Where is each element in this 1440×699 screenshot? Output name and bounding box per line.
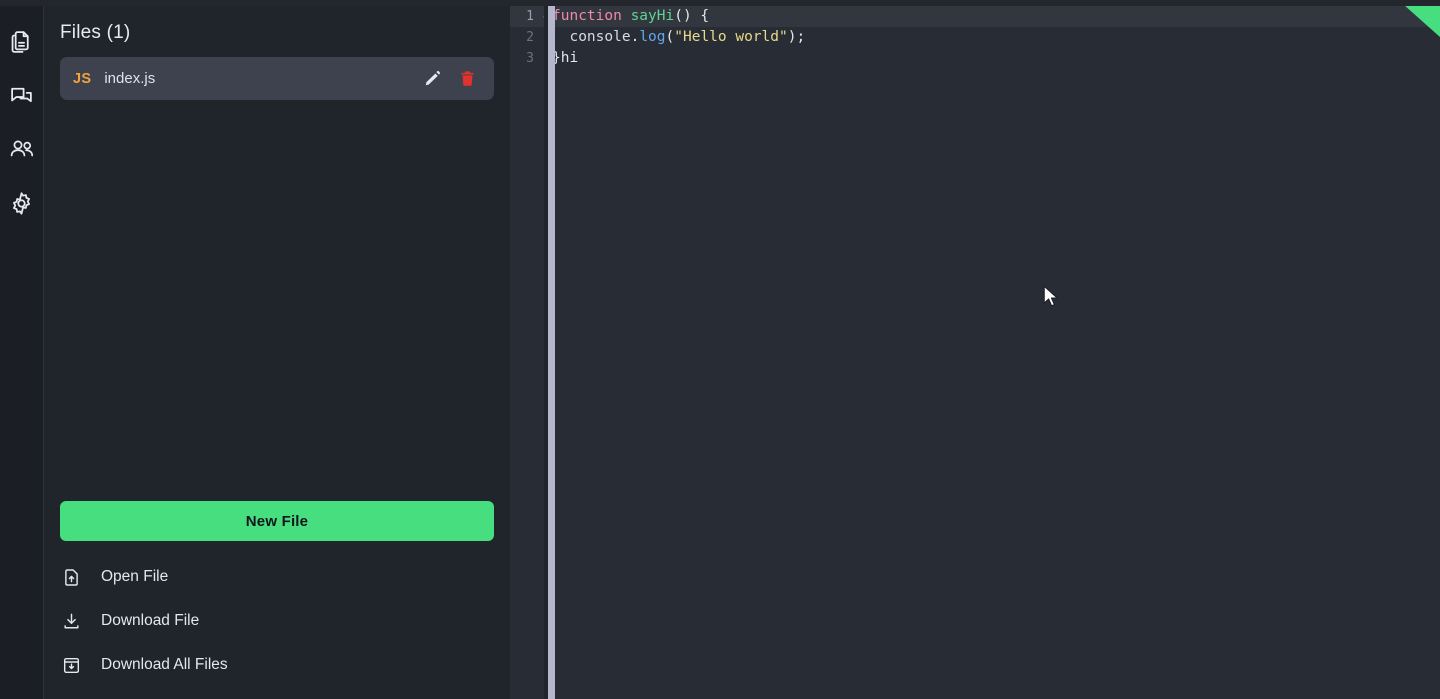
file-type-badge: JS (73, 70, 92, 87)
download-file-label: Download File (101, 612, 200, 629)
code-line-text: console.log("Hello world"); (552, 27, 805, 48)
settings-gear-icon (9, 191, 34, 216)
edit-file-icon[interactable] (419, 66, 445, 92)
app-root: Files (1) JS index.js New File Open File… (0, 0, 1440, 699)
sidebar-item-users[interactable] (0, 122, 44, 176)
code-token: function (552, 8, 622, 24)
files-panel: Files (1) JS index.js New File Open File… (44, 0, 555, 699)
code-line-text: }hi (552, 48, 578, 69)
users-icon (9, 136, 35, 162)
files-panel-title: Files (1) (60, 22, 131, 43)
code-token: ); (787, 29, 806, 45)
files-panel-actions: New File Open File Download File Downloa… (44, 501, 510, 687)
top-strip (0, 0, 1440, 6)
code-line-text: function sayHi() { (552, 6, 709, 27)
line-number: 3 (526, 51, 534, 66)
sidebar-item-settings[interactable] (0, 176, 44, 230)
chat-icon (9, 83, 34, 108)
open-file-icon (62, 566, 88, 588)
sidebar-item-chat[interactable] (0, 68, 44, 122)
files-icon (9, 29, 34, 54)
code-area[interactable]: 1 ⌄ function sayHi() { 2 console.log("He… (510, 6, 1440, 699)
sidebar-icon-rail (0, 0, 44, 699)
open-file-action[interactable]: Open File (60, 555, 494, 599)
code-token: sayHi (630, 8, 675, 24)
download-file-icon (62, 610, 88, 632)
file-name-label: index.js (104, 70, 156, 87)
code-token: ( (665, 29, 675, 45)
delete-file-icon[interactable] (454, 66, 480, 92)
panel-resize-scrollbar[interactable] (548, 0, 555, 699)
download-all-files-action[interactable]: Download All Files (60, 643, 494, 687)
code-line[interactable]: 1 ⌄ function sayHi() { (510, 6, 1440, 27)
download-all-files-label: Download All Files (101, 656, 228, 673)
code-token: () { (674, 8, 710, 24)
code-token: log (639, 29, 666, 45)
download-all-files-icon (62, 654, 88, 676)
download-file-action[interactable]: Download File (60, 599, 494, 643)
code-token: }hi (552, 50, 579, 66)
code-token: console (552, 29, 631, 45)
panel-spacer (44, 100, 510, 501)
file-list: JS index.js (44, 44, 510, 100)
code-line[interactable]: 3 }hi (510, 48, 1440, 69)
line-number: 2 (526, 30, 534, 45)
open-file-label: Open File (101, 568, 169, 585)
new-file-button[interactable]: New File (60, 501, 494, 541)
sidebar-item-files[interactable] (0, 14, 44, 68)
line-number: 1 (526, 9, 534, 24)
code-token: "Hello world" (674, 29, 788, 45)
code-editor[interactable]: 1 ⌄ function sayHi() { 2 console.log("He… (510, 0, 1440, 699)
code-token: . (630, 29, 640, 45)
file-list-item[interactable]: JS index.js (60, 57, 494, 100)
code-line[interactable]: 2 console.log("Hello world"); (510, 27, 1440, 48)
